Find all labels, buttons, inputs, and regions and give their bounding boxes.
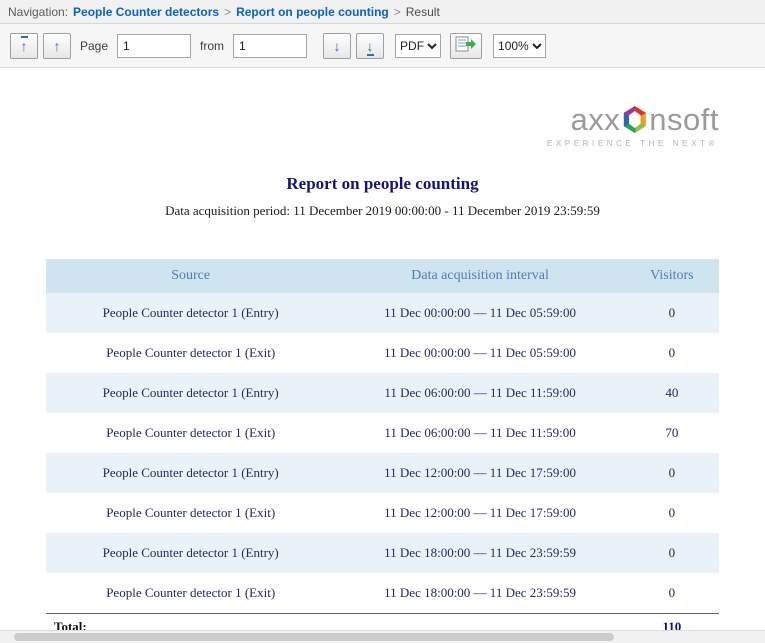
breadcrumb-separator: >	[394, 5, 401, 19]
scrollbar-thumb[interactable]	[14, 633, 614, 641]
cell-source: People Counter detector 1 (Exit)	[46, 413, 335, 453]
breadcrumb-prefix: Navigation:	[8, 5, 68, 19]
logo-tagline: EXPERIENCE THE NEXT®	[547, 139, 719, 148]
report-toolbar: ↑ ↑ Page from ↓ ↓ PDF 100%	[0, 24, 765, 68]
cell-visitors: 0	[625, 293, 719, 333]
cell-visitors: 0	[625, 453, 719, 493]
cell-source: People Counter detector 1 (Entry)	[46, 453, 335, 493]
cell-source: People Counter detector 1 (Entry)	[46, 533, 335, 573]
breadcrumb-separator: >	[224, 5, 231, 19]
cell-interval: 11 Dec 00:00:00 — 11 Dec 05:59:00	[335, 293, 624, 333]
export-format-select[interactable]: PDF	[395, 34, 441, 58]
table-row: People Counter detector 1 (Exit) 11 Dec …	[46, 573, 719, 614]
arrow-down-bar-icon: ↓	[367, 39, 374, 56]
cell-interval: 11 Dec 12:00:00 — 11 Dec 17:59:00	[335, 493, 624, 533]
table-row: People Counter detector 1 (Entry) 11 Dec…	[46, 533, 719, 573]
breadcrumb: Navigation: People Counter detectors > R…	[0, 0, 765, 24]
breadcrumb-link-detectors[interactable]: People Counter detectors	[73, 5, 219, 19]
axxonsoft-logo: axx nsoft EXPERIENCE THE NEXT®	[46, 104, 719, 148]
arrow-up-icon: ↑	[54, 39, 61, 53]
logo-text-right: nsoft	[649, 104, 719, 135]
report-page: axx nsoft EXPERIENCE THE NEXT® Report on…	[0, 104, 765, 641]
report-period: Data acquisition period: 11 December 201…	[46, 203, 719, 219]
cell-source: People Counter detector 1 (Exit)	[46, 333, 335, 373]
cell-visitors: 0	[625, 493, 719, 533]
logo-text-left: axx	[571, 104, 621, 135]
cell-visitors: 70	[625, 413, 719, 453]
report-title: Report on people counting	[46, 174, 719, 194]
previous-page-button[interactable]: ↑	[43, 33, 71, 59]
from-label: from	[200, 39, 224, 53]
zoom-select[interactable]: 100%	[493, 34, 546, 58]
cell-interval: 11 Dec 06:00:00 — 11 Dec 11:59:00	[335, 413, 624, 453]
last-page-button[interactable]: ↓	[356, 33, 384, 59]
arrow-up-bar-icon: ↑	[21, 36, 28, 53]
cell-visitors: 0	[625, 333, 719, 373]
cell-visitors: 0	[625, 533, 719, 573]
cell-visitors: 0	[625, 573, 719, 614]
horizontal-scrollbar[interactable]	[0, 630, 765, 643]
breadcrumb-link-report[interactable]: Report on people counting	[236, 5, 389, 19]
cell-interval: 11 Dec 18:00:00 — 11 Dec 23:59:59	[335, 573, 624, 614]
cell-source: People Counter detector 1 (Exit)	[46, 573, 335, 614]
export-button[interactable]	[450, 33, 482, 59]
cell-source: People Counter detector 1 (Entry)	[46, 373, 335, 413]
column-header-source: Source	[46, 259, 335, 293]
first-page-button[interactable]: ↑	[10, 33, 38, 59]
table-row: People Counter detector 1 (Exit) 11 Dec …	[46, 493, 719, 533]
cell-interval: 11 Dec 00:00:00 — 11 Dec 05:59:00	[335, 333, 624, 373]
page-label: Page	[80, 39, 108, 53]
page-number-input[interactable]	[117, 34, 191, 58]
cell-visitors: 40	[625, 373, 719, 413]
logo-wordmark: axx nsoft	[571, 104, 719, 135]
column-header-interval: Data acquisition interval	[335, 259, 624, 293]
report-table-body: People Counter detector 1 (Entry) 11 Dec…	[46, 293, 719, 614]
page-total-input[interactable]	[233, 34, 307, 58]
table-row: People Counter detector 1 (Entry) 11 Dec…	[46, 373, 719, 413]
hexagon-icon	[622, 106, 647, 133]
arrow-down-icon: ↓	[334, 39, 341, 53]
table-row: People Counter detector 1 (Exit) 11 Dec …	[46, 333, 719, 373]
export-icon	[455, 36, 477, 55]
table-row: People Counter detector 1 (Entry) 11 Dec…	[46, 293, 719, 333]
cell-interval: 11 Dec 18:00:00 — 11 Dec 23:59:59	[335, 533, 624, 573]
next-page-button[interactable]: ↓	[323, 33, 351, 59]
report-table: Source Data acquisition interval Visitor…	[46, 259, 719, 641]
cell-interval: 11 Dec 06:00:00 — 11 Dec 11:59:00	[335, 373, 624, 413]
table-row: People Counter detector 1 (Entry) 11 Dec…	[46, 453, 719, 493]
table-header-row: Source Data acquisition interval Visitor…	[46, 259, 719, 293]
column-header-visitors: Visitors	[625, 259, 719, 293]
cell-source: People Counter detector 1 (Exit)	[46, 493, 335, 533]
table-row: People Counter detector 1 (Exit) 11 Dec …	[46, 413, 719, 453]
cell-interval: 11 Dec 12:00:00 — 11 Dec 17:59:00	[335, 453, 624, 493]
breadcrumb-current: Result	[406, 5, 440, 19]
cell-source: People Counter detector 1 (Entry)	[46, 293, 335, 333]
